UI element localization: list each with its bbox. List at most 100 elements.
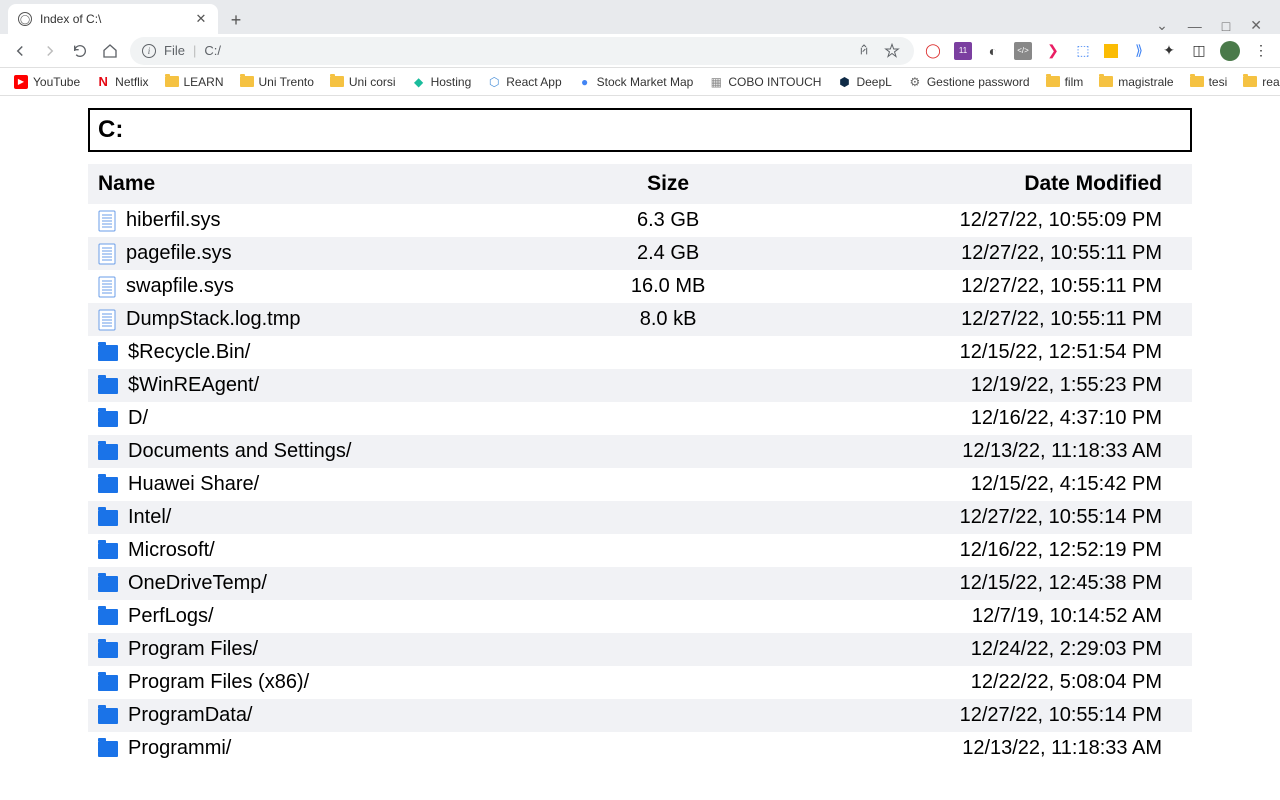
ext-circle-icon[interactable]: ◯ bbox=[924, 42, 942, 60]
bookmark-label: tesi bbox=[1209, 75, 1228, 89]
item-link[interactable]: $Recycle.Bin/ bbox=[128, 341, 250, 364]
bookmark-label: COBO INTOUCH bbox=[728, 75, 821, 89]
col-header-size[interactable]: Size bbox=[583, 164, 754, 204]
ext-cast-icon[interactable]: ⟫ bbox=[1130, 42, 1148, 60]
bookmark-item[interactable]: LEARN bbox=[165, 75, 224, 89]
extension-icons: ◯ 11 ◐ </> ❯ ⬚ ⟫ ✦ ◫ ⋮ bbox=[924, 41, 1270, 61]
bookmark-item[interactable]: ●Stock Market Map bbox=[578, 75, 694, 89]
reload-button[interactable] bbox=[70, 41, 90, 61]
share-icon[interactable] bbox=[854, 41, 874, 61]
table-row: Program Files/12/24/22, 2:29:03 PM bbox=[88, 633, 1192, 666]
extensions-icon[interactable]: ✦ bbox=[1160, 42, 1178, 60]
bookmark-label: Uni Trento bbox=[259, 75, 314, 89]
bookmark-item[interactable]: ▶YouTube bbox=[14, 75, 80, 89]
bookmark-label: film bbox=[1065, 75, 1084, 89]
bookmark-item[interactable]: ◆Hosting bbox=[412, 75, 472, 89]
item-link[interactable]: Intel/ bbox=[128, 506, 171, 529]
item-date: 12/15/22, 4:15:42 PM bbox=[754, 468, 1192, 501]
item-link[interactable]: DumpStack.log.tmp bbox=[126, 308, 301, 331]
item-size: 6.3 GB bbox=[583, 204, 754, 237]
bookmark-item[interactable]: NNetflix bbox=[96, 75, 148, 89]
table-row: ProgramData/12/27/22, 10:55:14 PM bbox=[88, 699, 1192, 732]
ext-badge-icon[interactable]: 11 bbox=[954, 42, 972, 60]
close-window-button[interactable]: ✕ bbox=[1250, 17, 1262, 34]
item-link[interactable]: PerfLogs/ bbox=[128, 605, 214, 628]
bookmark-label: Netflix bbox=[115, 75, 148, 89]
item-date: 12/22/22, 5:08:04 PM bbox=[754, 666, 1192, 699]
item-link[interactable]: Microsoft/ bbox=[128, 539, 215, 562]
item-link[interactable]: Huawei Share/ bbox=[128, 473, 259, 496]
address-bar[interactable]: i File | C:/ bbox=[130, 37, 914, 65]
new-tab-button[interactable]: + bbox=[222, 6, 250, 34]
window-controls: ⌄ — □ ✕ bbox=[1156, 17, 1280, 34]
table-row: DumpStack.log.tmp8.0 kB12/27/22, 10:55:1… bbox=[88, 303, 1192, 336]
item-link[interactable]: Program Files/ bbox=[128, 638, 258, 661]
item-link[interactable]: Programmi/ bbox=[128, 737, 231, 760]
col-header-name[interactable]: Name bbox=[88, 164, 583, 204]
item-size bbox=[583, 402, 754, 435]
table-row: PerfLogs/12/7/19, 10:14:52 AM bbox=[88, 600, 1192, 633]
item-size bbox=[583, 435, 754, 468]
bookmark-item[interactable]: reading bbox=[1243, 75, 1280, 89]
bookmark-item[interactable]: tesi bbox=[1190, 75, 1228, 89]
folder-icon bbox=[98, 576, 118, 592]
table-row: $WinREAgent/12/19/22, 1:55:23 PM bbox=[88, 369, 1192, 402]
item-date: 12/16/22, 4:37:10 PM bbox=[754, 402, 1192, 435]
item-date: 12/27/22, 10:55:11 PM bbox=[754, 303, 1192, 336]
sidepanel-icon[interactable]: ◫ bbox=[1190, 42, 1208, 60]
file-icon bbox=[98, 309, 116, 331]
star-icon[interactable] bbox=[882, 41, 902, 61]
item-size bbox=[583, 567, 754, 600]
item-link[interactable]: OneDriveTemp/ bbox=[128, 572, 267, 595]
item-link[interactable]: Program Files (x86)/ bbox=[128, 671, 309, 694]
directory-table: Name Size Date Modified hiberfil.sys 6.3 … bbox=[88, 164, 1192, 765]
close-icon[interactable]: ✕ bbox=[194, 12, 208, 26]
forward-button[interactable] bbox=[40, 41, 60, 61]
item-size: 2.4 GB bbox=[583, 237, 754, 270]
ext-translate-icon[interactable]: ⬚ bbox=[1074, 42, 1092, 60]
item-link[interactable]: ProgramData/ bbox=[128, 704, 253, 727]
bookmark-item[interactable]: Uni corsi bbox=[330, 75, 396, 89]
table-row: Huawei Share/12/15/22, 4:15:42 PM bbox=[88, 468, 1192, 501]
ext-wave-icon[interactable]: ◐ bbox=[984, 42, 1002, 60]
profile-avatar[interactable] bbox=[1220, 41, 1240, 61]
item-date: 12/27/22, 10:55:14 PM bbox=[754, 699, 1192, 732]
item-link[interactable]: hiberfil.sys bbox=[126, 209, 220, 232]
bookmark-item[interactable]: Uni Trento bbox=[240, 75, 314, 89]
bookmark-label: DeepL bbox=[856, 75, 891, 89]
ext-pink-icon[interactable]: ❯ bbox=[1044, 42, 1062, 60]
info-icon[interactable]: i bbox=[142, 44, 156, 58]
item-link[interactable]: D/ bbox=[128, 407, 148, 430]
current-path: C: bbox=[88, 108, 1192, 152]
bookmark-item[interactable]: magistrale bbox=[1099, 75, 1173, 89]
ext-code-icon[interactable]: </> bbox=[1014, 42, 1032, 60]
bookmark-item[interactable]: film bbox=[1046, 75, 1084, 89]
maximize-button[interactable]: □ bbox=[1222, 18, 1230, 34]
item-link[interactable]: $WinREAgent/ bbox=[128, 374, 259, 397]
back-button[interactable] bbox=[10, 41, 30, 61]
item-size bbox=[583, 468, 754, 501]
folder-icon bbox=[98, 543, 118, 559]
dropdown-icon[interactable]: ⌄ bbox=[1156, 17, 1168, 34]
table-row: Program Files (x86)/ 12/22/22, 5:08:04 PM bbox=[88, 666, 1192, 699]
bookmark-item[interactable]: ⬡React App bbox=[487, 75, 561, 89]
home-button[interactable] bbox=[100, 41, 120, 61]
item-link[interactable]: pagefile.sys bbox=[126, 242, 232, 265]
bookmark-label: Hosting bbox=[431, 75, 472, 89]
bookmark-label: LEARN bbox=[184, 75, 224, 89]
bookmark-item[interactable]: ⚙Gestione password bbox=[908, 75, 1030, 89]
item-size bbox=[583, 633, 754, 666]
bookmark-item[interactable]: ▦COBO INTOUCH bbox=[709, 75, 821, 89]
ext-yellow-icon[interactable] bbox=[1104, 44, 1118, 58]
menu-icon[interactable]: ⋮ bbox=[1252, 42, 1270, 60]
item-link[interactable]: swapfile.sys bbox=[126, 275, 234, 298]
bookmark-label: Gestione password bbox=[927, 75, 1030, 89]
titlebar: ◯ Index of C:\ ✕ + ⌄ — □ ✕ bbox=[0, 0, 1280, 34]
minimize-button[interactable]: — bbox=[1188, 18, 1202, 34]
bookmark-item[interactable]: ⬢DeepL bbox=[837, 75, 891, 89]
browser-tab[interactable]: ◯ Index of C:\ ✕ bbox=[8, 4, 218, 34]
bookmark-label: reading bbox=[1262, 75, 1280, 89]
col-header-date[interactable]: Date Modified bbox=[754, 164, 1192, 204]
table-row: swapfile.sys16.0 MB12/27/22, 10:55:11 PM bbox=[88, 270, 1192, 303]
item-link[interactable]: Documents and Settings/ bbox=[128, 440, 351, 463]
